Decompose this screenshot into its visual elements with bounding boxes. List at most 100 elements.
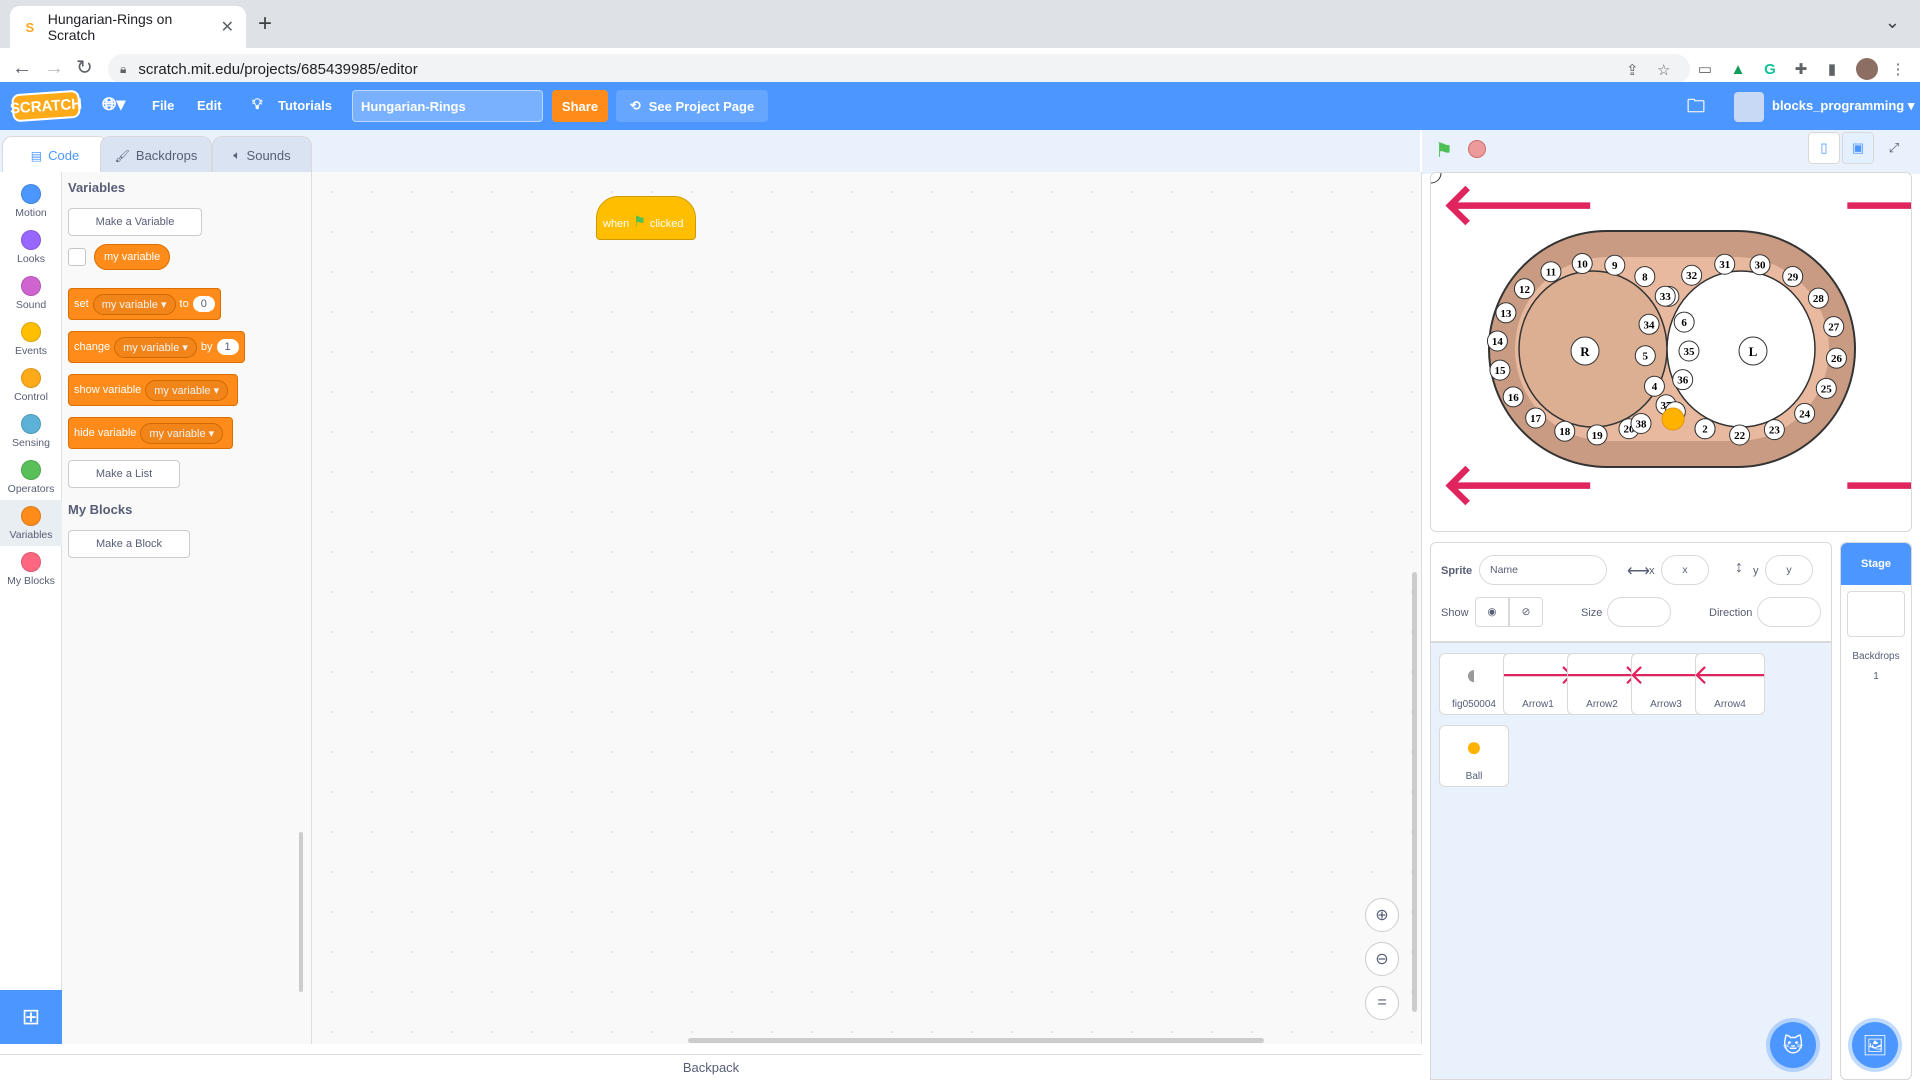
show-hidden-button[interactable]: ⊘ xyxy=(1509,597,1543,627)
set-value-input[interactable]: 0 xyxy=(192,296,215,312)
extensions-puzzle-icon[interactable]: ✚ xyxy=(1791,59,1811,79)
show-var-dropdown[interactable]: my variable ▾ xyxy=(145,379,229,401)
backpack-bar[interactable]: Backpack xyxy=(0,1054,1422,1080)
show-visible-button[interactable]: ◉ xyxy=(1475,597,1509,627)
puzzle-number: 29 xyxy=(1787,272,1799,284)
category-variables[interactable]: Variables xyxy=(0,500,62,546)
sprite-tile-fig050004[interactable]: ◐ fig050004 xyxy=(1439,653,1509,715)
category-operators[interactable]: Operators xyxy=(0,454,62,500)
file-menu[interactable]: File xyxy=(152,98,174,113)
new-tab-icon[interactable]: + xyxy=(258,12,272,36)
stage-selector[interactable]: Stage Backdrops 1 xyxy=(1840,542,1912,1080)
code-workspace[interactable]: when ⚑ clicked ⊕ ⊖ = xyxy=(312,172,1422,1044)
workspace-vertical-scrollbar[interactable] xyxy=(1412,572,1417,1012)
close-tab-icon[interactable]: ✕ xyxy=(221,17,234,37)
set-variable-block[interactable]: set my variable ▾ to 0 xyxy=(68,288,221,320)
choose-sprite-button[interactable]: 🐱︎ xyxy=(1770,1022,1816,1068)
account-menu[interactable]: blocks_programming ▾ xyxy=(1772,98,1914,114)
size-input[interactable] xyxy=(1607,597,1671,627)
y-input[interactable]: y xyxy=(1765,555,1813,585)
puzzle-number: 24 xyxy=(1799,408,1811,420)
address-bar[interactable]: 🔒︎ scratch.mit.edu/projects/685439985/ed… xyxy=(108,54,1690,84)
see-project-page-button[interactable]: ⟲ See Project Page xyxy=(616,90,768,122)
browser-menu-icon[interactable]: ⋮ xyxy=(1888,59,1908,79)
sprite-tile-arrow4[interactable]: 🡐 Arrow4 xyxy=(1692,653,1768,715)
green-flag-run-icon[interactable]: ⚑ xyxy=(1435,138,1453,163)
scratch-logo[interactable]: SCRATCH xyxy=(9,89,83,123)
fullscreen-icon: ⤢ xyxy=(1888,140,1900,155)
browser-tab[interactable]: S Hungarian-Rings on Scratch ✕ xyxy=(10,6,246,48)
grammarly-icon[interactable]: G xyxy=(1760,59,1780,79)
ball-sprite[interactable] xyxy=(1661,407,1685,431)
puzzle-number: 4 xyxy=(1652,381,1658,393)
tab-backdrops[interactable]: 🖌︎ Backdrops xyxy=(100,136,212,174)
zoom-in-button[interactable]: ⊕ xyxy=(1365,898,1399,932)
lightbulb-icon[interactable]: 💡︎ xyxy=(252,96,263,113)
zoom-out-button[interactable]: ⊖ xyxy=(1365,942,1399,976)
category-my-blocks[interactable]: My Blocks xyxy=(0,546,62,592)
direction-input[interactable] xyxy=(1757,597,1821,627)
category-looks[interactable]: Looks xyxy=(0,224,62,270)
forward-icon[interactable]: → xyxy=(44,57,64,79)
sprite-name-input[interactable]: Name xyxy=(1479,555,1607,585)
zoom-reset-button[interactable]: = xyxy=(1365,986,1399,1020)
tab-code[interactable]: ▤ Code xyxy=(2,136,108,174)
my-stuff-folder-icon[interactable]: 🗀 xyxy=(1687,94,1705,124)
add-extension-button[interactable]: ⊞ xyxy=(0,990,62,1044)
hide-var-dropdown[interactable]: my variable ▾ xyxy=(140,422,224,444)
change-var-dropdown[interactable]: my variable ▾ xyxy=(114,336,197,358)
fullscreen-button[interactable]: ⤢ xyxy=(1878,132,1910,164)
tab-sounds[interactable]: 🔈︎ Sounds xyxy=(212,136,312,174)
my-variable-reporter[interactable]: my variable xyxy=(94,244,171,270)
make-block-button[interactable]: Make a Block xyxy=(68,530,190,558)
choose-backdrop-button[interactable]: 🖼︎ xyxy=(1852,1022,1898,1068)
category-sensing[interactable]: Sensing xyxy=(0,408,62,454)
set-var-dropdown[interactable]: my variable ▾ xyxy=(92,293,176,315)
make-variable-button[interactable]: Make a Variable xyxy=(68,208,202,236)
workspace-horizontal-scrollbar[interactable] xyxy=(688,1038,1264,1043)
sprite-info-panel: Sprite Name ⟷ x x ↕ y y Show ◉ ⊘ Size Di… xyxy=(1430,542,1832,642)
category-sound[interactable]: Sound xyxy=(0,270,62,316)
when-flag-clicked-block[interactable]: when ⚑ clicked xyxy=(596,196,696,240)
stop-sign-icon[interactable] xyxy=(1468,140,1486,158)
hide-verb: hide variable xyxy=(74,427,137,439)
side-panel-icon[interactable]: ▮ xyxy=(1822,59,1842,79)
sprite-tile-arrow3[interactable]: 🡐 Arrow3 xyxy=(1628,653,1704,715)
category-events[interactable]: Events xyxy=(0,316,62,362)
drive-icon[interactable]: ▲ xyxy=(1728,59,1748,79)
make-list-button[interactable]: Make a List xyxy=(68,460,180,488)
share-button[interactable]: Share xyxy=(552,90,608,122)
category-motion[interactable]: Motion xyxy=(0,178,62,224)
stage-canvas[interactable]: 🡐 🡒 🡐 🡒 20191817161514131211109876353637… xyxy=(1430,172,1912,532)
language-globe-icon[interactable]: 🌐︎▾ xyxy=(102,94,125,115)
show-variable-block[interactable]: show variable my variable ▾ xyxy=(68,374,239,406)
bookmark-star-icon[interactable]: ☆ xyxy=(1657,61,1670,79)
sprite-tile-arrow2[interactable]: 🡒 Arrow2 xyxy=(1564,653,1640,715)
hide-variable-block[interactable]: hide variable my variable ▾ xyxy=(68,417,234,449)
user-avatar[interactable] xyxy=(1734,92,1764,122)
normal-stage-button[interactable]: ▣ xyxy=(1842,132,1874,164)
tab-search-chevron-icon[interactable]: ⌄ xyxy=(1885,12,1900,33)
palette-scrollbar[interactable] xyxy=(299,832,303,992)
x-input[interactable]: x xyxy=(1661,555,1709,585)
category-control[interactable]: Control xyxy=(0,362,62,408)
reload-icon[interactable]: ↻ xyxy=(76,57,93,79)
cast-icon[interactable]: ▭ xyxy=(1695,59,1715,79)
small-stage-button[interactable]: ▯ xyxy=(1808,132,1840,164)
project-title-input[interactable]: Hungarian-Rings xyxy=(352,90,543,122)
normal-stage-icon: ▣ xyxy=(1851,140,1865,155)
lock-icon[interactable]: 🔒︎ xyxy=(120,62,126,77)
edit-menu[interactable]: Edit xyxy=(197,98,222,113)
my-variable-checkbox[interactable] xyxy=(68,248,86,266)
stage-thumbnail[interactable] xyxy=(1847,591,1905,637)
change-value-input[interactable]: 1 xyxy=(216,339,239,355)
browser-tab-title: Hungarian-Rings on Scratch xyxy=(47,11,173,43)
back-icon[interactable]: ← xyxy=(12,57,32,79)
change-variable-block[interactable]: change my variable ▾ by 1 xyxy=(68,331,245,363)
browser-profile-avatar[interactable] xyxy=(1856,58,1878,80)
y-label: y xyxy=(1753,565,1759,577)
share-page-icon[interactable]: ⇪ xyxy=(1626,61,1639,79)
tutorials-menu[interactable]: Tutorials xyxy=(278,98,332,113)
sprite-tile-ball[interactable]: ● Ball xyxy=(1439,725,1509,787)
sprite-tile-arrow1[interactable]: 🡒 Arrow1 xyxy=(1500,653,1576,715)
